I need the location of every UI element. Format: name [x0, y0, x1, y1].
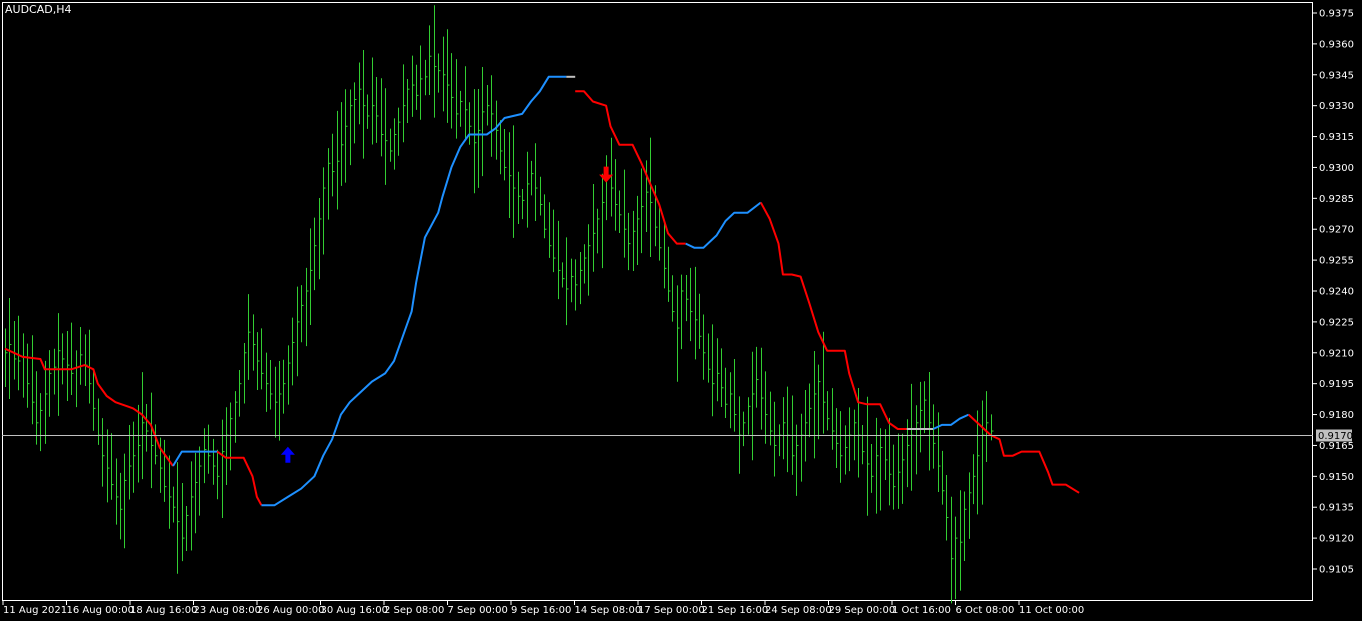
y-tick-label: 0.9345 — [1319, 70, 1354, 81]
x-tick-label: 23 Aug 08:00 — [194, 605, 261, 616]
x-tick-label: 2 Sep 08:00 — [384, 605, 444, 616]
y-tick-label: 0.9285 — [1319, 194, 1354, 205]
x-tick-label: 7 Sep 00:00 — [448, 605, 508, 616]
y-tick-label: 0.9240 — [1319, 287, 1354, 298]
x-tick-label: 18 Aug 16:00 — [130, 605, 197, 616]
x-tick-label: 26 Aug 00:00 — [257, 605, 324, 616]
x-tick-label: 24 Sep 08:00 — [765, 605, 832, 616]
x-tick-label: 11 Aug 2021 — [3, 605, 67, 616]
y-tick-label: 0.9300 — [1319, 163, 1354, 174]
x-tick-label: 21 Sep 16:00 — [702, 605, 769, 616]
y-tick-label: 0.9165 — [1319, 441, 1354, 452]
x-tick-label: 1 Oct 16:00 — [892, 605, 951, 616]
y-tick-label: 0.9225 — [1319, 317, 1354, 328]
price-chart[interactable]: 0.9375 0.9360 0.9345 0.9330 0.9315 0.9300 0.92… — [0, 0, 1362, 621]
y-tick-label: 0.9120 — [1319, 534, 1354, 545]
current-price-label: 0.9170 — [1318, 431, 1353, 442]
y-tick-label: 0.9210 — [1319, 348, 1354, 359]
y-tick-label: 0.9150 — [1319, 472, 1354, 483]
x-tick-label: 11 Oct 00:00 — [1019, 605, 1084, 616]
x-tick-label: 17 Sep 00:00 — [638, 605, 705, 616]
y-tick-label: 0.9330 — [1319, 101, 1354, 112]
x-tick-label: 30 Aug 16:00 — [321, 605, 388, 616]
x-tick-label: 6 Oct 08:00 — [956, 605, 1015, 616]
x-tick-label: 9 Sep 16:00 — [511, 605, 571, 616]
y-tick-label: 0.9315 — [1319, 132, 1354, 143]
x-tick-label: 14 Sep 08:00 — [575, 605, 642, 616]
y-tick-label: 0.9135 — [1319, 503, 1354, 514]
y-tick-label: 0.9105 — [1319, 565, 1354, 576]
y-tick-label: 0.9270 — [1319, 225, 1354, 236]
x-tick-label: 29 Sep 00:00 — [829, 605, 896, 616]
y-tick-label: 0.9195 — [1319, 379, 1354, 390]
y-tick-label: 0.9255 — [1319, 256, 1354, 267]
y-tick-label: 0.9375 — [1319, 9, 1354, 20]
y-tick-label: 0.9360 — [1319, 39, 1354, 50]
chart-title: AUDCAD,H4 — [5, 3, 72, 16]
x-tick-label: 16 Aug 00:00 — [67, 605, 134, 616]
y-tick-label: 0.9180 — [1319, 410, 1354, 421]
